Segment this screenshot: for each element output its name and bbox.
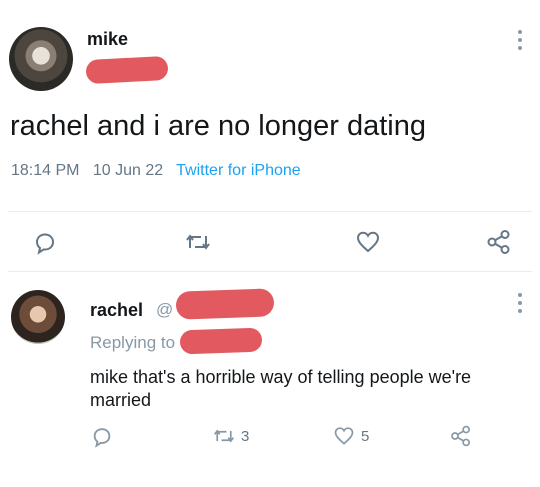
share-icon[interactable] [449,424,473,448]
mike-avatar[interactable] [9,27,73,91]
tweet-date: 10 Jun 22 [92,162,164,179]
heart-icon[interactable] [333,425,355,447]
tweet-time: 18:14 PM [11,162,80,179]
tweet-meta: 18:14 PM 10 Jun 22 Twitter for iPhone [11,162,301,180]
redacted-reply-handle [179,327,263,355]
redacted-handle [85,55,169,85]
retweet-count: 3 [241,428,250,445]
redacted-handle [175,288,275,320]
reply-handle-at: @ [156,300,174,319]
divider [8,271,532,272]
reply-text-line2: married [90,390,152,410]
reply-icon[interactable] [91,426,113,448]
rachel-avatar[interactable] [11,290,65,344]
reply-author-name[interactable]: rachel [90,300,143,321]
divider [8,211,532,212]
more-options-icon[interactable] [518,293,522,317]
retweet-icon[interactable] [185,229,211,255]
tweet-text: rachel and i are no longer dating [10,110,426,142]
replying-to-label: Replying to [90,333,176,352]
reply-icon[interactable] [33,231,57,255]
author-name[interactable]: mike [87,29,128,50]
reply-text-line1: mike that's a horrible way of telling pe… [90,367,472,387]
tweet-source-link[interactable]: Twitter for iPhone [176,162,301,179]
heart-icon[interactable] [355,229,381,255]
retweet-icon[interactable] [213,425,235,447]
more-options-icon[interactable] [518,30,522,54]
share-icon[interactable] [485,228,513,256]
like-count: 5 [361,428,370,445]
